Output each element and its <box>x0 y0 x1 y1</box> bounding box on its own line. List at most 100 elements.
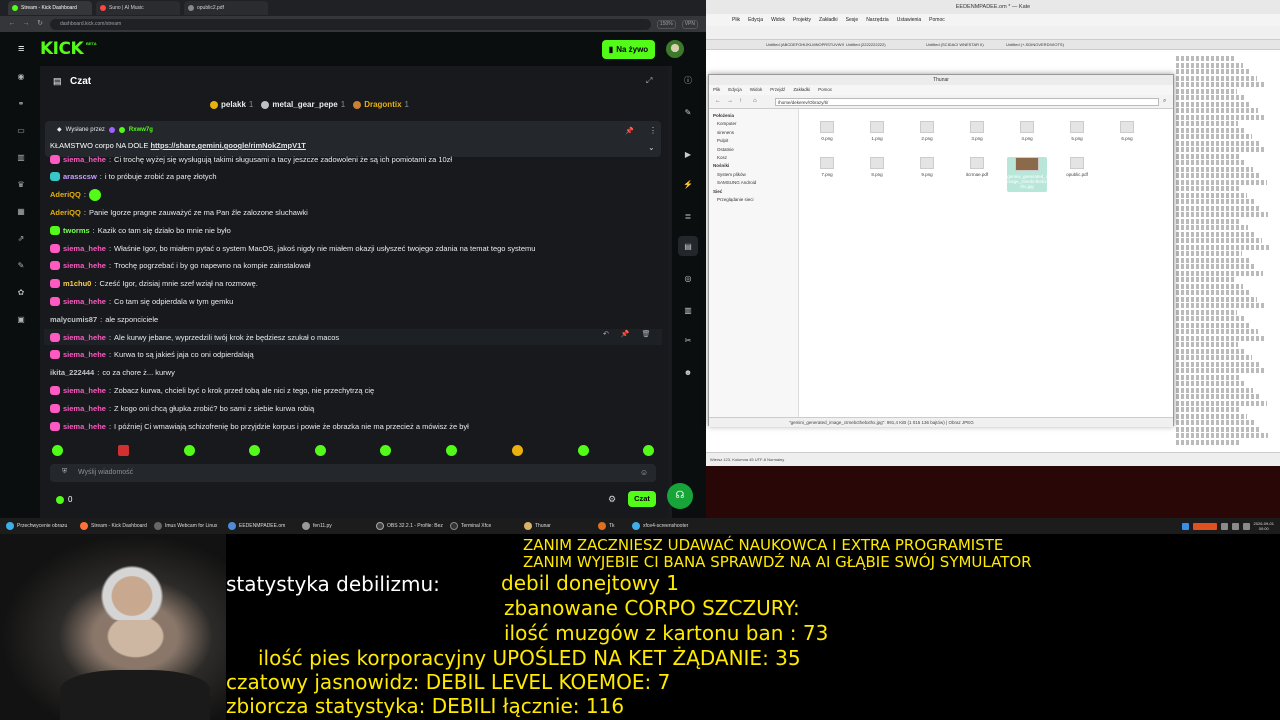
chat-message[interactable]: siema_hehe: Z kogo oni chcą głupka zrobić… <box>50 401 314 415</box>
chat-message[interactable]: AderiQQ: <box>50 188 101 202</box>
taskbar-item[interactable]: Tk <box>596 520 626 532</box>
chat-username[interactable]: ikita_222444 <box>50 368 94 377</box>
taskbar-item[interactable]: Imus Webcam for Linux <box>152 520 222 532</box>
send-chat-button[interactable]: Czat <box>628 491 656 507</box>
chat-username[interactable]: siema_hehe <box>63 297 106 306</box>
zoom-indicator[interactable]: 150% <box>656 19 676 29</box>
unpin-icon[interactable]: 📌 <box>625 127 634 135</box>
chat-username[interactable]: siema_hehe <box>63 404 106 413</box>
list-icon[interactable]: ≣ <box>683 212 693 222</box>
emote-icon[interactable] <box>184 445 195 456</box>
browser-tab[interactable]: Stream - Kick Dashboard <box>8 1 92 15</box>
share-icon[interactable]: ⇗ <box>16 234 26 244</box>
taskbar-item[interactable]: Thunar <box>522 520 592 532</box>
file-item[interactable]: 2.png <box>907 121 947 141</box>
headset-icon[interactable]: ☊ <box>667 483 693 509</box>
chat-message[interactable]: siema_hehe: Kurwa to są jakieś jaja co on… <box>50 348 254 362</box>
back-icon[interactable]: ← <box>8 20 16 28</box>
menu-icon[interactable]: ≡ <box>18 44 24 55</box>
browser-tab[interactable]: opublic2.pdf <box>184 1 268 15</box>
volume-icon[interactable] <box>1231 522 1239 530</box>
shield-icon[interactable]: ⛨ <box>62 468 67 476</box>
emote-icon[interactable] <box>315 445 326 456</box>
stream-icon[interactable]: ◉ <box>16 72 26 82</box>
path-input[interactable]: /home/dekerev/Obrazy/ti/ <box>775 98 1159 106</box>
file-item[interactable]: gemini_generated_image_ctmebcthebxthx.jp… <box>1007 157 1047 192</box>
sidebar-place[interactable]: sirenens <box>717 130 734 135</box>
people-icon[interactable]: ☻ <box>683 368 693 378</box>
file-item[interactable]: 0.png <box>807 121 847 141</box>
chat-message[interactable]: ikita_222444: co za chore ż... kurwy <box>50 366 175 380</box>
sidebar-place[interactable]: System plików <box>717 172 746 177</box>
file-item[interactable]: itcrmae.pdf <box>957 157 997 177</box>
bolt-icon[interactable]: ⚡ <box>683 180 693 190</box>
menu-item[interactable]: Pomoc <box>818 85 832 95</box>
menu-item[interactable]: Ustawienia <box>897 14 921 26</box>
chat-username[interactable]: malycumis87 <box>50 315 97 324</box>
chat-username[interactable]: siema_hehe <box>63 350 106 359</box>
chat-message[interactable]: siema_hehe: Ci trochę wyżej się wysługują… <box>50 152 452 166</box>
target-icon[interactable]: ◎ <box>683 274 693 284</box>
chat-username[interactable]: siema_hehe <box>63 244 106 253</box>
taskbar-item[interactable]: Przechwycenie obrazu <box>4 520 74 532</box>
sidebar-place[interactable]: Kosz <box>717 155 727 160</box>
chat-message[interactable]: siema_hehe: Zobacz kurwa, chcieli być o k… <box>50 383 374 397</box>
delete-icon[interactable]: 🗑 <box>642 330 651 338</box>
taskbar-item[interactable]: xfce4-screenshooter <box>630 520 700 532</box>
menu-item[interactable]: Sesje <box>846 14 859 26</box>
avatar[interactable] <box>666 40 684 58</box>
clock[interactable]: 2026-09-01 00:00 <box>1254 521 1274 531</box>
chat-message[interactable]: arasscsw: i to próbuje zrobić za parę zło… <box>50 170 217 184</box>
menu-item[interactable]: Plik <box>713 85 720 95</box>
chat-message[interactable]: siema_hehe: Co tam się odpierdala w tym g… <box>50 294 233 308</box>
chat-input[interactable]: ⛨ Wyślij wiadomość ☺ <box>50 464 656 482</box>
file-item[interactable]: 9.png <box>907 157 947 177</box>
taskbar-item[interactable]: OBS 32.2.1 - Profile: Bez <box>374 520 444 532</box>
emote-icon[interactable] <box>249 445 260 456</box>
go-live-button[interactable]: ▮ Na żywo <box>602 40 655 59</box>
search-icon[interactable]: ⌕ <box>1163 98 1166 105</box>
menu-item[interactable]: Edycja <box>748 14 763 26</box>
trophy-icon[interactable]: ♛ <box>16 180 26 190</box>
archive-icon[interactable]: ▥ <box>683 306 693 316</box>
chat-message[interactable]: siema_hehe: Właśnie Igor, bo miałem pytać… <box>50 241 535 255</box>
chat-message[interactable]: siema_hehe: I później Ci wmawiają schizof… <box>50 419 469 433</box>
more-icon[interactable]: ⋮ <box>649 126 657 135</box>
menu-item[interactable]: Pomoc <box>929 14 945 26</box>
editor-tab[interactable]: Untitled (2222222222) <box>846 40 924 49</box>
video-icon[interactable]: ▶ <box>683 150 693 160</box>
chat-username[interactable]: arasscsw <box>63 172 97 181</box>
chat-username[interactable]: siema_hehe <box>63 155 106 164</box>
edit-icon[interactable]: ✎ <box>683 108 693 118</box>
menu-item[interactable]: Widok <box>750 85 763 95</box>
chat-username[interactable]: siema_hehe <box>63 333 106 342</box>
chat-icon[interactable]: ▤ <box>683 242 693 252</box>
chat-message[interactable]: AderiQQ: Panie Igorze pragne zauważyć ze … <box>50 205 308 219</box>
taskbar-item[interactable]: Stream - Kick Dashboard <box>78 520 148 532</box>
emote-icon[interactable] <box>512 445 523 456</box>
emote-icon[interactable] <box>446 445 457 456</box>
editor-tab[interactable]: Untitled (SCIDACI WNESTAR II) <box>926 40 1004 49</box>
address-bar[interactable]: dashboard.kick.com/stream <box>50 18 651 30</box>
menu-item[interactable]: Przejdź <box>770 85 785 95</box>
chat-username[interactable]: siema_hehe <box>63 261 106 270</box>
sidebar-place[interactable]: SAMSUNG Android <box>717 180 756 185</box>
menu-item[interactable]: Zakładki <box>793 85 810 95</box>
browser-tab[interactable]: Suno | AI Music <box>96 1 180 15</box>
home-icon[interactable]: ⌂ <box>753 98 757 104</box>
recording-indicator-icon[interactable] <box>1192 522 1217 530</box>
chat-username[interactable]: siema_hehe <box>63 422 106 431</box>
chat-message[interactable]: malycumis87: ale szponciciele <box>50 312 158 326</box>
emote-icon[interactable] <box>380 445 391 456</box>
taskbar-item[interactable]: Terminal Xfce <box>448 520 518 532</box>
kick-logo[interactable]: KICK <box>40 40 84 58</box>
window-icon[interactable] <box>1181 522 1189 530</box>
community-icon[interactable]: ✿ <box>16 288 26 298</box>
file-item[interactable]: 6.png <box>1107 121 1147 141</box>
editor-tab[interactable]: Untitled (ABCDEFGHIJKLMNOPRSTUVWXYZ) <box>766 40 844 49</box>
chat-message[interactable]: m1chu0: Cześć Igor, dzisiaj mnie szef wzi… <box>50 277 258 291</box>
menu-item[interactable]: Edycja <box>728 85 742 95</box>
sidebar-place[interactable]: Przeglądanie sieci <box>717 197 754 202</box>
emote-icon[interactable] <box>118 445 129 456</box>
chat-username[interactable]: tworms <box>63 226 90 235</box>
